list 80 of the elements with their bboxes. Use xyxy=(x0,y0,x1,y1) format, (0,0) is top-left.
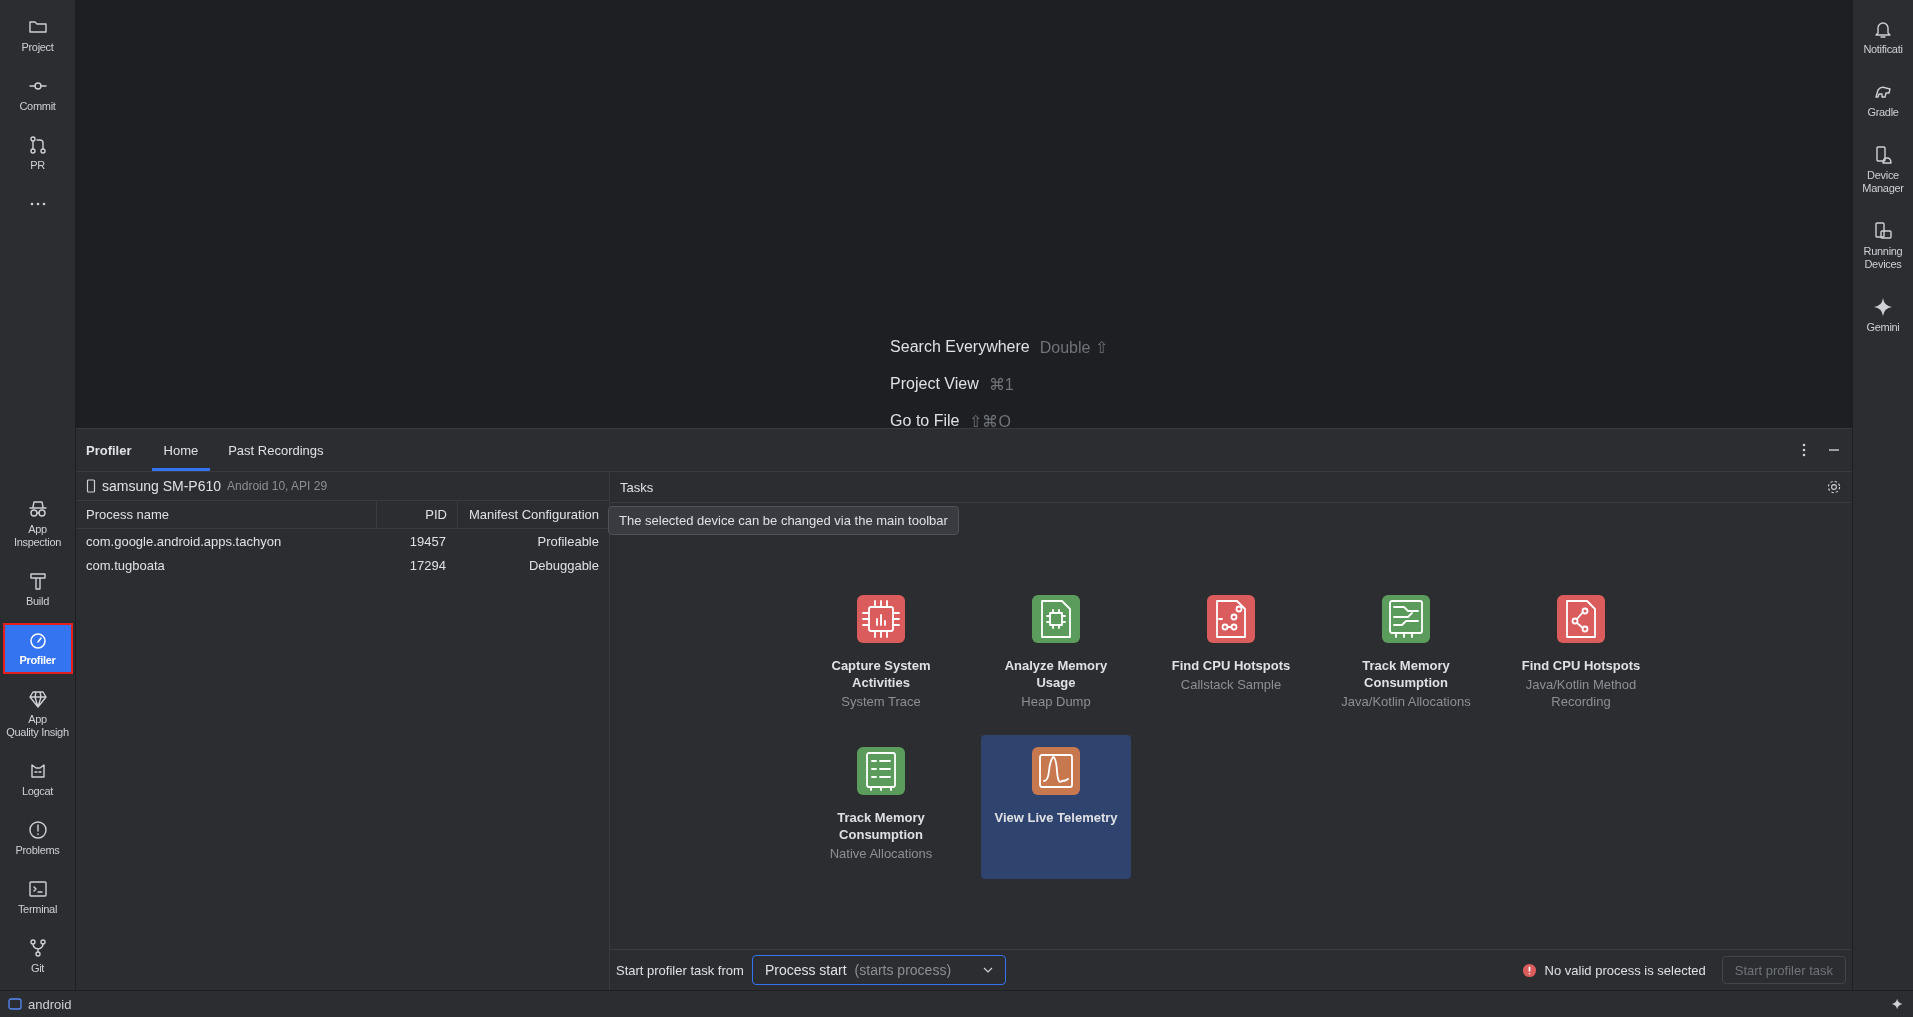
table-cell-text: com.tugboata xyxy=(85,557,166,573)
task-title: View Live Telemetry xyxy=(994,809,1118,826)
task-title: Find CPU Hotspots xyxy=(1171,657,1291,674)
diamond-icon xyxy=(27,689,48,709)
phone-icon xyxy=(86,479,96,493)
bell-icon xyxy=(1873,19,1893,39)
task-tile[interactable]: Find CPU Hotspots Callstack Sample xyxy=(1156,583,1306,727)
spy-icon xyxy=(27,499,48,519)
error-icon xyxy=(1521,962,1537,978)
tool-window-button[interactable]: Device Manager xyxy=(1854,138,1912,202)
hint-shortcut: Double ⇧ xyxy=(1039,338,1108,357)
tooltip: The selected device can be changed via the main toolbar xyxy=(608,506,959,535)
table-cell-text: com.google.android.apps.tachyon xyxy=(85,533,283,549)
task-tile[interactable]: Analyze Memory Usage Heap Dump xyxy=(981,583,1131,727)
task-subtitle: Java/Kotlin Method Recording xyxy=(1524,676,1638,710)
table-cell-text: Debuggable xyxy=(527,557,600,573)
tool-window-button[interactable]: Project xyxy=(2,10,73,61)
chevron-icon xyxy=(982,967,993,973)
task-tile[interactable]: Track Memory Consumption Java/Kotlin Allocations xyxy=(1331,583,1481,727)
task-tile[interactable]: Capture System Activities System Trace xyxy=(806,583,956,727)
tool-window-button[interactable]: Profiler xyxy=(2,623,73,674)
hint-shortcut: ⇧⌘O xyxy=(969,412,1011,428)
tool-window-button[interactable]: Gemini xyxy=(1854,290,1912,341)
hammer-icon xyxy=(27,571,48,591)
more-icon xyxy=(29,202,46,206)
task-subtitle: Heap Dump xyxy=(1021,693,1091,710)
column-header[interactable]: Process name xyxy=(76,507,376,522)
task-subtitle: Native Allocations xyxy=(829,845,933,862)
task-tile[interactable]: View Live Telemetry xyxy=(981,735,1131,879)
section-title: Tasks xyxy=(620,479,655,495)
table-cell-text: 19457 xyxy=(408,533,447,549)
panel-title: Profiler xyxy=(86,442,132,458)
device-detail: Android 10, API 29 xyxy=(227,479,328,493)
tool-window-button[interactable]: Notificati xyxy=(1854,12,1912,63)
device-icon xyxy=(1873,145,1893,165)
tool-window-button[interactable]: App Quality Insigh xyxy=(2,682,73,746)
task-title: Find CPU Hotspots xyxy=(1521,657,1641,674)
branch-icon xyxy=(27,938,48,958)
tool-window-button[interactable]: PR xyxy=(2,128,73,179)
task-subtitle: Callstack Sample xyxy=(1180,676,1282,693)
settings-icon[interactable] xyxy=(1826,479,1842,495)
task-title: Track Memory Consumption xyxy=(836,809,926,843)
tab[interactable]: Past Recordings xyxy=(216,429,336,471)
table-cell-text: Profileable xyxy=(536,533,600,549)
device-name: samsung SM-P610 xyxy=(102,478,222,494)
branch-icon xyxy=(27,135,48,155)
project-name[interactable]: android xyxy=(28,996,72,1012)
task-tile[interactable]: Find CPU Hotspots Java/Kotlin Method Recording xyxy=(1506,583,1656,727)
terminal-icon xyxy=(27,879,48,899)
hint-action: Project View xyxy=(890,375,979,394)
column-header[interactable]: Manifest Configuration xyxy=(458,507,609,522)
task-title: Track Memory Consumption xyxy=(1361,657,1451,691)
tool-window-button[interactable]: Running Devices xyxy=(1854,214,1912,278)
tool-window-button[interactable]: Problems xyxy=(2,813,73,864)
tool-window-button[interactable]: Terminal xyxy=(2,872,73,923)
tool-window-button[interactable]: Logcat xyxy=(2,754,73,805)
column-header[interactable]: PID xyxy=(376,501,458,528)
hint-shortcut: ⌘1 xyxy=(988,375,1014,394)
tool-window-button[interactable]: Build xyxy=(2,564,73,615)
start-from-dropdown[interactable]: Process start (starts process) xyxy=(751,955,1006,985)
tool-window-button[interactable]: Commit xyxy=(2,69,73,120)
error-message: No valid process is selected xyxy=(1544,962,1706,978)
task-subtitle: System Trace xyxy=(841,693,921,710)
table-cell-text: 17294 xyxy=(408,557,447,573)
hint-action: Go to File xyxy=(890,412,960,428)
devices-icon xyxy=(1873,221,1893,241)
task-subtitle: Java/Kotlin Allocations xyxy=(1341,693,1471,710)
window-icon xyxy=(8,997,22,1011)
hint-action: Search Everywhere xyxy=(890,338,1030,357)
gauge-icon xyxy=(27,630,48,650)
task-title: Capture System Activities xyxy=(830,657,932,691)
task-title: Analyze Memory Usage xyxy=(1003,657,1109,691)
tool-window-button[interactable]: App Inspection xyxy=(2,492,73,556)
start-from-label: Start profiler task from xyxy=(616,962,744,978)
tool-window-button[interactable]: Git xyxy=(2,931,73,982)
sparkle-icon xyxy=(1873,297,1893,317)
warning-icon xyxy=(27,820,48,840)
tab[interactable]: Home xyxy=(151,429,211,471)
tool-window-button[interactable]: Gradle xyxy=(1854,75,1912,126)
task-tile[interactable]: Track Memory Consumption Native Allocations xyxy=(806,735,956,879)
